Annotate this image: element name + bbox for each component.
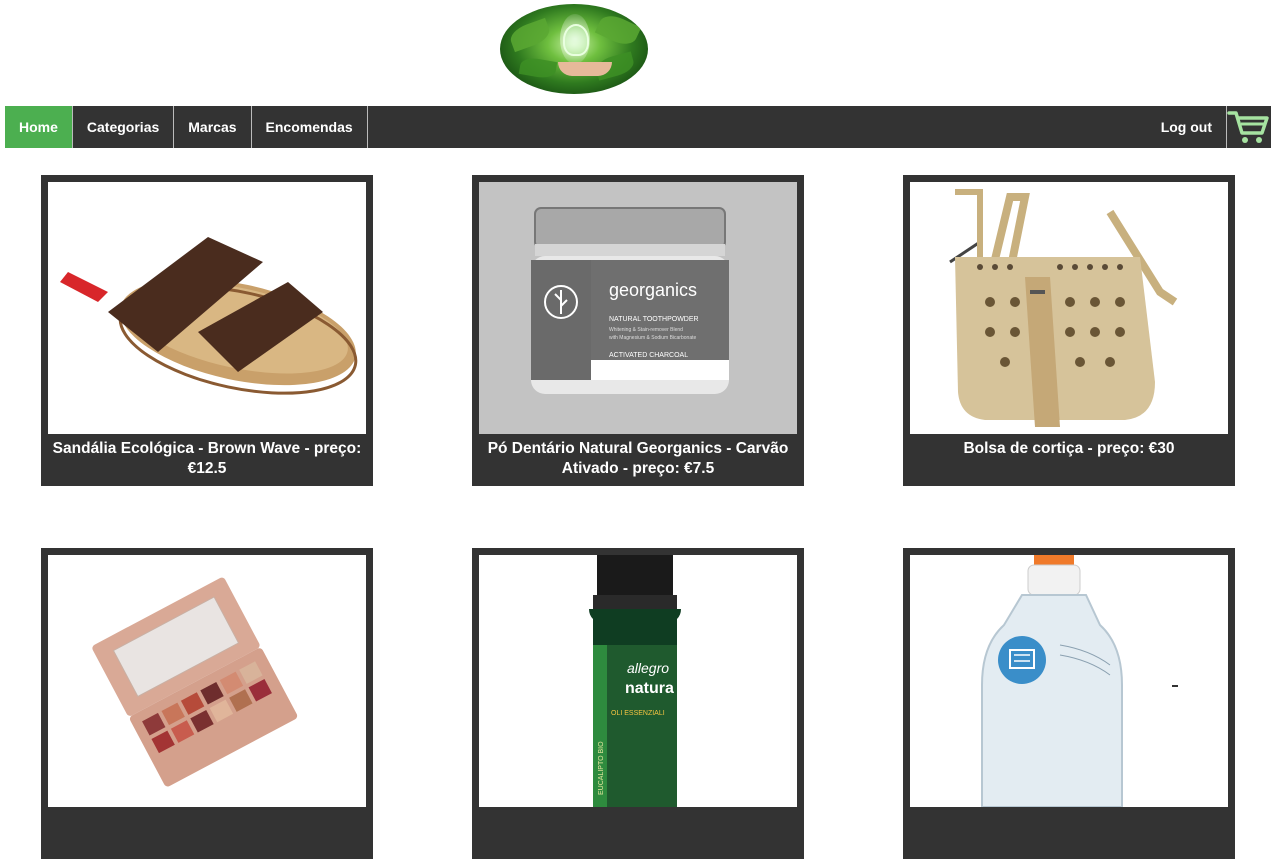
nav-home[interactable]: Home — [5, 106, 73, 148]
svg-text:with Magnesium & Sodium Bicarb: with Magnesium & Sodium Bicarbonate — [609, 335, 696, 341]
logout-link[interactable]: Log out — [1147, 106, 1227, 148]
shopping-cart-icon — [1227, 111, 1269, 143]
product-image-toothpowder[interactable]: georganics NATURAL TOOTHPOWDER Whitening… — [479, 182, 797, 434]
product-card[interactable]: georganics NATURAL TOOTHPOWDER Whitening… — [472, 175, 804, 486]
product-image-essential-oil[interactable]: allegro natura OLI ESSENZIALI EUCALIPTO … — [479, 555, 797, 807]
product-card[interactable]: Bolsa de cortiça - preço: €30 — [903, 175, 1235, 486]
svg-text:OLI ESSENZIALI: OLI ESSENZIALI — [611, 710, 665, 717]
cart-button[interactable] — [1227, 106, 1271, 148]
product-caption: Bolsa de cortiça - preço: €30 — [963, 440, 1175, 457]
svg-text:ACTIVATED CHARCOAL: ACTIVATED CHARCOAL — [609, 352, 688, 359]
svg-text:EUCALIPTO BIO: EUCALIPTO BIO — [598, 741, 605, 795]
svg-text:natura: natura — [625, 680, 674, 697]
nav-marcas[interactable]: Marcas — [174, 106, 252, 148]
hand-icon — [558, 62, 612, 76]
svg-text:NATURAL TOOTHPOWDER: NATURAL TOOTHPOWDER — [609, 316, 699, 323]
product-image-eyeshadow-palette[interactable] — [48, 555, 366, 807]
lightbulb-icon — [563, 24, 589, 56]
main-navbar: Home Categorias Marcas Encomendas Log ou… — [5, 106, 1271, 148]
product-card[interactable]: allegro natura OLI ESSENZIALI EUCALIPTO … — [472, 548, 804, 859]
svg-text:Whitening & Stain-remover Blen: Whitening & Stain-remover Blend — [609, 327, 683, 333]
product-caption: Sandália Ecológica - Brown Wave - preço:… — [52, 440, 362, 477]
product-card[interactable]: Sandália Ecológica - Brown Wave - preço:… — [41, 175, 373, 486]
product-caption: Pó Dentário Natural Georganics - Carvão … — [487, 440, 789, 477]
site-logo[interactable] — [500, 4, 648, 94]
product-image-detergent[interactable] — [910, 555, 1228, 807]
product-image-cork-bag[interactable] — [910, 182, 1228, 434]
nav-encomendas[interactable]: Encomendas — [252, 106, 368, 148]
nav-categorias[interactable]: Categorias — [73, 106, 175, 148]
svg-text:allegro: allegro — [627, 660, 669, 676]
product-image-sandal[interactable] — [48, 182, 366, 434]
product-card[interactable] — [903, 548, 1235, 859]
svg-text:georganics: georganics — [609, 280, 697, 300]
product-card[interactable] — [41, 548, 373, 859]
